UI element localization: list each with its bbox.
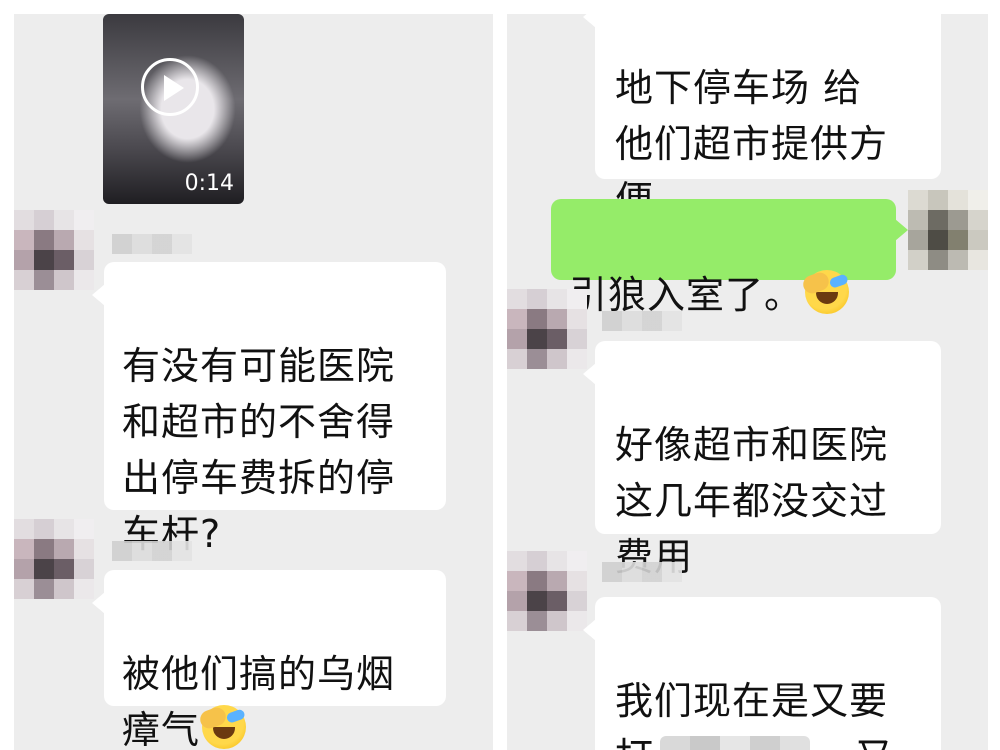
avatar-self[interactable] (908, 190, 988, 270)
message-text-tail: ，又 (816, 735, 894, 750)
play-icon[interactable] (141, 58, 199, 116)
message-bubble[interactable]: 有没有可能医院 和超市的不舍得 出停车费拆的停 车杆? (92, 262, 446, 556)
video-message[interactable]: 0:14 (103, 14, 244, 204)
sender-name-blurred (602, 311, 682, 331)
message-text: 有没有可能医院 和超市的不舍得 出停车费拆的停 车杆? (122, 344, 396, 556)
message-bubble[interactable]: 被他们搞的乌烟 瘴气 (92, 570, 446, 750)
message-bubble-outgoing[interactable]: 引狼入室了。 (551, 199, 908, 317)
sender-name-blurred (112, 541, 192, 561)
message-text: 好像超市和医院 这几年都没交过 费用 (615, 423, 889, 579)
chat-panel-right: 地下停车场 给 他们超市提供方 便 引狼入室了。 好像超市和医院 这几年都没交过… (507, 14, 988, 750)
sender-name-blurred (112, 234, 192, 254)
facepalm-crying-emoji-icon (202, 705, 247, 749)
avatar[interactable] (14, 519, 94, 599)
avatar[interactable] (14, 210, 94, 290)
message-bubble[interactable]: 地下停车场 给 他们超市提供方 便 (583, 14, 941, 222)
facepalm-crying-emoji-icon (805, 270, 850, 314)
message-text: 被他们搞的乌烟 瘴气 (122, 652, 396, 750)
video-duration: 0:14 (184, 171, 234, 196)
redacted-text-blur (660, 735, 811, 750)
chat-panel-left: 0:14 有没有可能医院 和超市的不舍得 出停车费拆的停 车杆? 被他们搞的乌烟… (14, 14, 493, 750)
avatar[interactable] (507, 289, 587, 369)
message-bubble[interactable]: 好像超市和医院 这几年都没交过 费用 (583, 341, 941, 579)
sender-name-blurred (602, 562, 682, 582)
message-bubble[interactable]: 我们现在是又要 打，又 (583, 597, 941, 750)
avatar[interactable] (507, 551, 587, 631)
